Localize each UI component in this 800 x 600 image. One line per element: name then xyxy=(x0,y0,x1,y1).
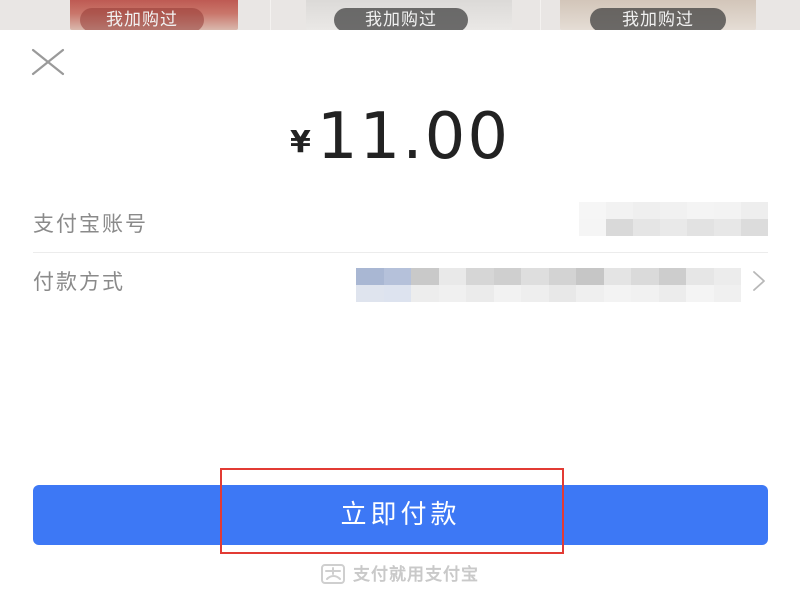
payment-amount: ¥11.00 xyxy=(0,100,800,174)
amount-value: 11.00 xyxy=(316,100,511,174)
payment-method-label: 付款方式 xyxy=(33,270,125,294)
payment-method-value-obscured xyxy=(356,268,741,302)
alipay-slogan: 支付就用支付宝 xyxy=(353,565,479,585)
currency-symbol: ¥ xyxy=(289,125,311,160)
alipay-account-row: 支付宝账号 xyxy=(33,194,768,252)
pay-now-button[interactable]: 立即付款 xyxy=(33,485,768,545)
alipay-account-value-obscured xyxy=(579,202,768,236)
strip-divider xyxy=(540,0,541,30)
alipay-logo-icon xyxy=(321,564,345,584)
chevron-right-icon[interactable] xyxy=(752,270,766,292)
close-icon[interactable] xyxy=(30,48,66,76)
background-product-strip: 我加购过 我加购过 我加购过 xyxy=(0,0,800,30)
added-to-cart-badge: 我加购过 xyxy=(590,8,726,30)
strip-divider xyxy=(270,0,271,30)
added-to-cart-badge: 我加购过 xyxy=(334,8,468,30)
alipay-footer: 支付就用支付宝 xyxy=(0,560,800,585)
added-to-cart-badge: 我加购过 xyxy=(80,8,204,30)
alipay-account-label: 支付宝账号 xyxy=(33,212,148,236)
payment-method-row[interactable]: 付款方式 xyxy=(33,252,768,310)
